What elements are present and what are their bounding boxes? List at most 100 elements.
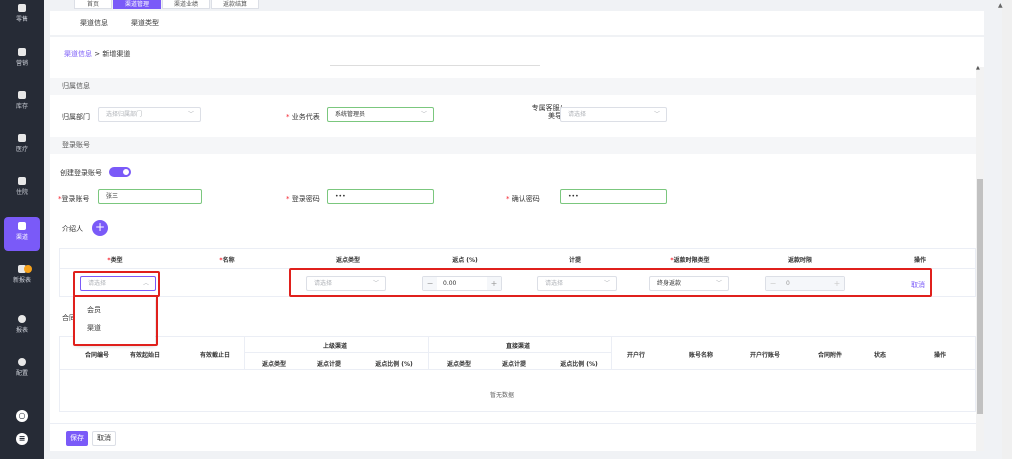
footer-divider [50, 423, 984, 424]
col-action: 操作 [913, 257, 926, 264]
search-icon: ○ [16, 410, 28, 422]
col-bank-account: 开户行账号 [749, 352, 780, 359]
chevron-down-icon: ﹀ [420, 111, 427, 118]
tab-channel-management[interactable]: 渠道管理 [113, 0, 161, 9]
empty-text: 暂无数据 [490, 392, 515, 399]
sidebar-item-config[interactable]: 配置 [0, 358, 44, 392]
cancel-row-link[interactable]: 取消 [911, 280, 925, 290]
col-rebate-type: 返点类型 [335, 257, 360, 264]
col-divider [428, 336, 429, 369]
breadcrumb: 渠道信息 > 新增渠道 [64, 50, 131, 58]
col-divider [611, 336, 612, 369]
scroll-up-icon[interactable]: ▲ [976, 65, 980, 71]
col-bank: 开户行 [626, 352, 645, 359]
chevron-down-icon: ﹀ [653, 111, 660, 118]
col-direct-accrual: 返点计提 [501, 361, 526, 368]
plus-icon[interactable]: + [487, 277, 501, 290]
col-contract-no: 合同编号 [84, 352, 109, 359]
account-input[interactable]: 张三 [98, 189, 202, 204]
col-type: *类型 [107, 257, 123, 264]
sidebar-item-inventory[interactable]: 库存 [0, 91, 44, 125]
account-label: *登录账号 [58, 195, 90, 203]
pwd-input[interactable]: ••• [327, 189, 434, 204]
breadcrumb-parent[interactable]: 渠道信息 [64, 50, 92, 58]
channel-icon [18, 222, 26, 230]
menu-icon: ≡ [16, 433, 28, 445]
cs-select[interactable]: 请选择 ﹀ [560, 107, 667, 122]
medkit-icon [18, 134, 26, 142]
gear-icon [18, 358, 26, 366]
period-type-select[interactable]: 终身返款 ﹀ [649, 276, 729, 291]
create-login-label: 创建登录账号 [60, 169, 102, 177]
period-stepper: −0 + [765, 276, 845, 291]
sidebar-item-inpatient[interactable]: 住院 [0, 177, 44, 211]
highlight-dropdown [73, 295, 158, 346]
bed-icon [18, 177, 26, 185]
col-rebate-pct: 返点 (%) [452, 257, 478, 264]
bag-icon [18, 4, 26, 12]
sidebar-item-marketing[interactable]: 营销 [0, 48, 44, 82]
biz-select[interactable]: 系统管理员 ﹀ [327, 107, 434, 122]
sidebar-menu[interactable]: ≡ [0, 433, 44, 453]
divider [330, 65, 540, 66]
window-scrollbar[interactable] [1002, 0, 1012, 459]
biz-label: * 业务代表 [286, 113, 320, 121]
sidebar-search[interactable]: ○ [0, 410, 44, 430]
accrual-select[interactable]: 请选择 ﹀ [537, 276, 617, 291]
introducer-label: 介绍人 [62, 225, 83, 233]
subnav-channel-type[interactable]: 渠道类型 [131, 18, 159, 28]
col-up-accrual: 返点计提 [316, 361, 341, 368]
sub-navigation: 渠道信息 渠道类型 [50, 11, 984, 35]
minus-icon[interactable]: − [423, 277, 437, 290]
cs-label: 专属客服/美导 [531, 104, 562, 120]
col-account-name: 账号名称 [688, 352, 713, 359]
col-period-type: *返款时限类型 [670, 257, 710, 264]
sidebar-item-new-report[interactable]: 新报表 [0, 265, 44, 299]
tab-channel-performance[interactable]: 渠道业绩 [162, 0, 210, 9]
rebate-pct-stepper[interactable]: −0.00 + [422, 276, 502, 291]
header-divider [59, 369, 976, 370]
main-panel: 渠道信息 > 新增渠道 归属信息 归属部门 选择归属部门 ﹀ * 业务代表 系统管… [50, 37, 984, 451]
box-icon [18, 91, 26, 99]
subnav-channel-info[interactable]: 渠道信息 [80, 18, 108, 28]
sidebar-item-channel[interactable]: 渠道 [4, 217, 40, 251]
cancel-button[interactable]: 取消 [92, 431, 116, 446]
section-login: 登录账号 [50, 137, 984, 154]
dept-select[interactable]: 选择归属部门 ﹀ [98, 107, 201, 122]
create-login-toggle[interactable] [109, 167, 131, 177]
confirm-label: * 确认密码 [506, 195, 540, 203]
sidebar-item-report[interactable]: 报表 [0, 315, 44, 349]
bookmark-icon [18, 48, 26, 56]
chevron-up-icon: ︿ [142, 280, 149, 287]
type-select[interactable]: 请选择 ︿ [80, 276, 156, 291]
save-button[interactable]: 保存 [66, 431, 88, 446]
sidebar: 零售 营销 库存 医疗 住院 渠道 新报表 报表 配置 ○ ≡ [0, 0, 44, 459]
sidebar-item-retail[interactable]: 零售 [0, 4, 44, 38]
col-attachment: 合同附件 [817, 352, 842, 359]
breadcrumb-current: 新增渠道 [102, 50, 131, 58]
section-belong: 归属信息 [50, 78, 984, 95]
chevron-down-icon: ﹀ [372, 280, 379, 287]
minus-icon: − [766, 277, 780, 290]
rebate-type-select[interactable]: 请选择 ﹀ [306, 276, 386, 291]
scroll-up-icon[interactable]: ▲ [998, 2, 1003, 9]
col-start: 有效起始日 [129, 352, 160, 359]
pie-chart-icon [18, 315, 26, 323]
confirm-input[interactable]: ••• [560, 189, 667, 204]
chevron-down-icon: ﹀ [603, 280, 610, 287]
col-period: 返款时限 [787, 257, 812, 264]
tab-home[interactable]: 首页 [74, 0, 112, 9]
col-end: 有效截止日 [199, 352, 230, 359]
group-up: 上级渠道 [322, 343, 347, 350]
group-direct: 直接渠道 [505, 343, 530, 350]
scrollbar-thumb[interactable] [977, 179, 983, 414]
add-introducer-button[interactable]: + [92, 220, 108, 236]
sidebar-item-medical[interactable]: 医疗 [0, 134, 44, 168]
tab-rebate-settlement[interactable]: 返款结算 [211, 0, 259, 9]
pwd-label: * 登录密码 [286, 195, 320, 203]
col-name: *名称 [219, 257, 235, 264]
col-status: 状态 [873, 352, 886, 359]
dept-label: 归属部门 [62, 113, 90, 121]
col-direct-rebate-type: 返点类型 [446, 361, 471, 368]
tab-bar: 首页 渠道管理 渠道业绩 返款结算 [44, 0, 1000, 9]
